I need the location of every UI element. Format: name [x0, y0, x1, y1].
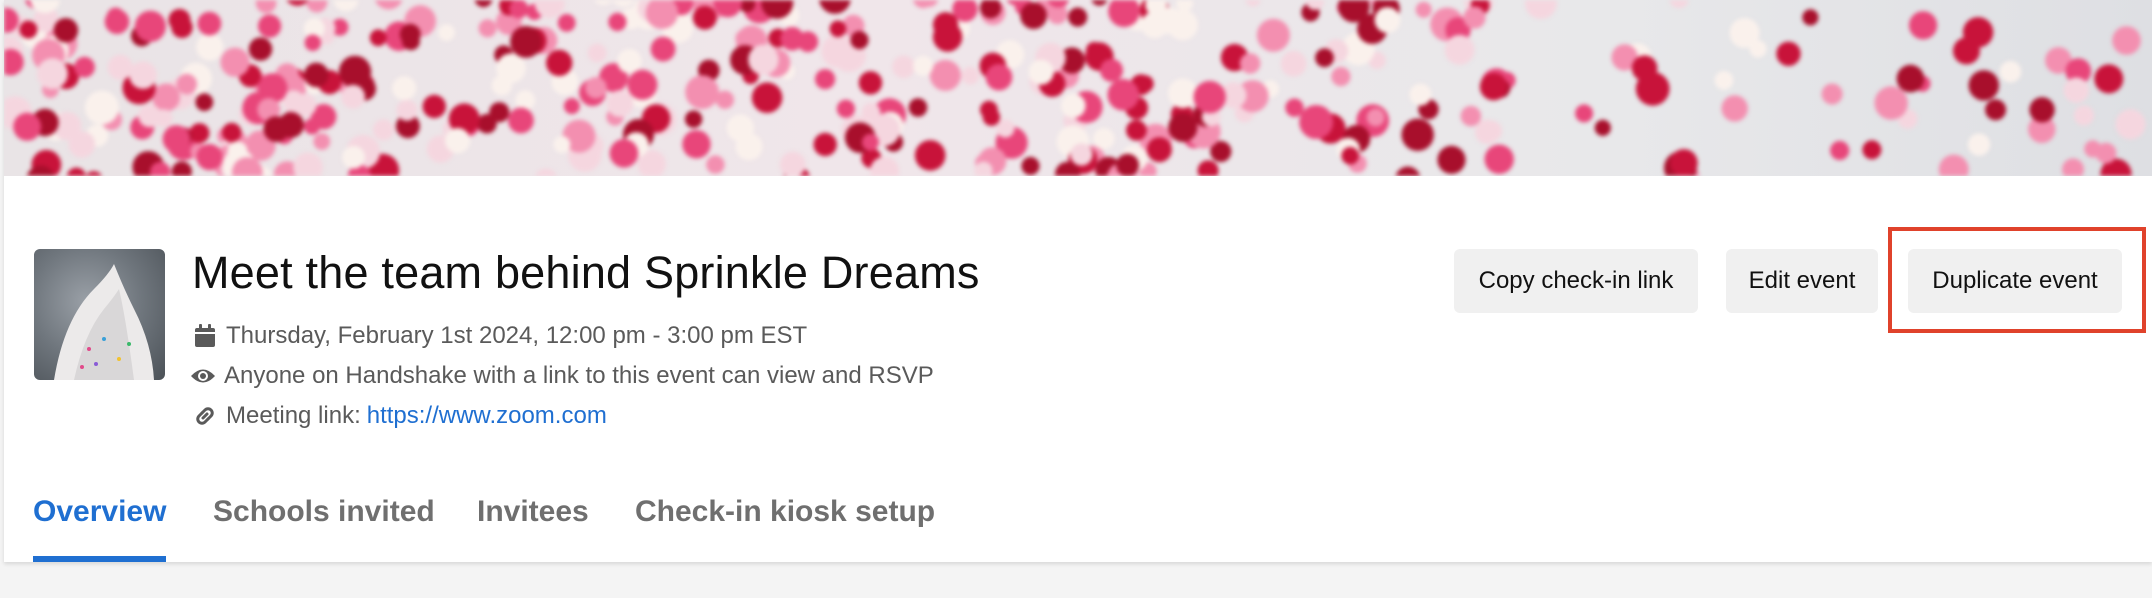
tab-schools-invited[interactable]: Schools invited — [213, 492, 435, 562]
event-meeting-row: Meeting link: https://www.zoom.com — [192, 402, 607, 430]
tab-overview-label: Overview — [33, 495, 167, 528]
eye-icon — [190, 363, 216, 389]
event-thumbnail — [34, 249, 165, 380]
edit-event-button[interactable]: Edit event — [1726, 249, 1878, 313]
tab-checkin-kiosk-setup[interactable]: Check-in kiosk setup — [635, 492, 935, 562]
tab-schools-invited-label: Schools invited — [213, 495, 435, 528]
event-header-card: Meet the team behind Sprinkle Dreams Thu… — [4, 0, 2152, 562]
tab-invitees[interactable]: Invitees — [477, 492, 589, 562]
duplicate-event-highlight — [1888, 227, 2146, 333]
event-date-time: Thursday, February 1st 2024, 12:00 pm - … — [226, 322, 808, 349]
meeting-link-url[interactable]: https://www.zoom.com — [367, 402, 607, 430]
copy-checkin-link-button[interactable]: Copy check-in link — [1454, 249, 1698, 313]
link-icon — [192, 403, 218, 429]
tab-checkin-kiosk-setup-label: Check-in kiosk setup — [635, 495, 936, 528]
meeting-link-label: Meeting link: — [226, 402, 361, 429]
tab-overview[interactable]: Overview — [33, 492, 167, 562]
tab-invitees-label: Invitees — [477, 495, 589, 528]
event-banner-image — [4, 0, 2152, 176]
event-visibility-text: Anyone on Handshake with a link to this … — [224, 362, 934, 389]
event-date-row: Thursday, February 1st 2024, 12:00 pm - … — [192, 322, 807, 350]
event-visibility-row: Anyone on Handshake with a link to this … — [190, 362, 934, 390]
active-tab-indicator — [33, 556, 167, 562]
page-title: Meet the team behind Sprinkle Dreams — [192, 247, 980, 298]
calendar-icon — [192, 323, 218, 349]
